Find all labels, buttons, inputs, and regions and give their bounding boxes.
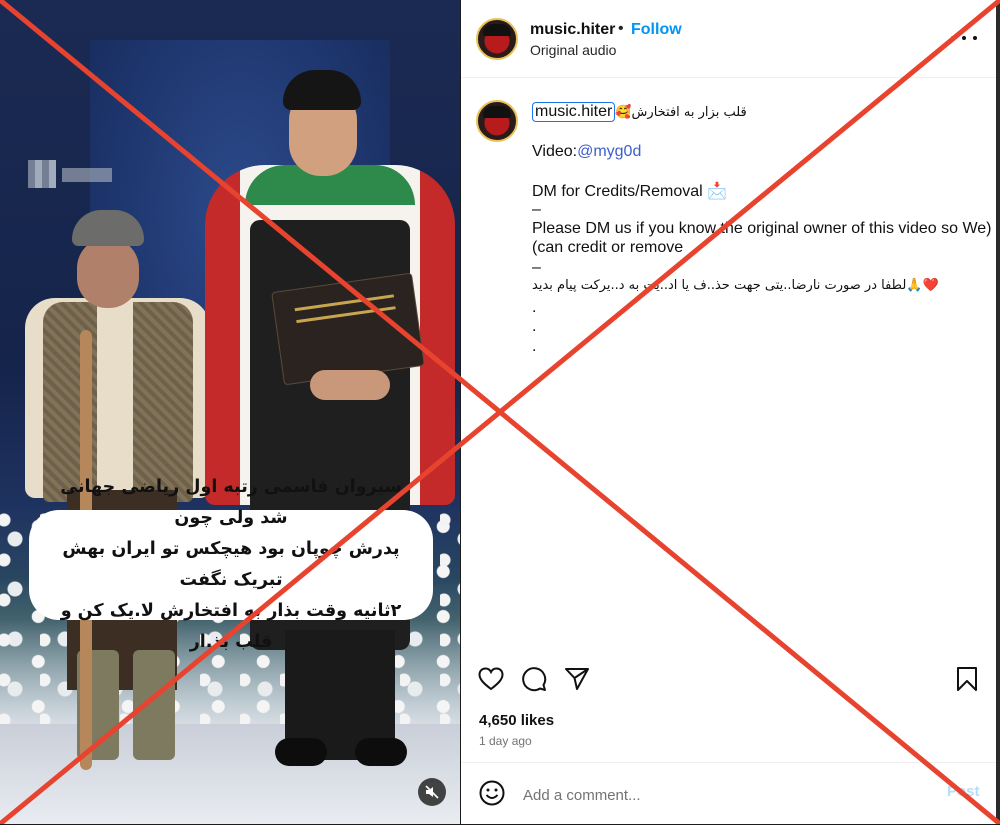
video-credit-link[interactable]: @myg0d — [577, 143, 641, 160]
caption-title: 🥰قلب بزار به افتخارش — [615, 105, 747, 120]
share-button[interactable] — [562, 664, 592, 694]
share-icon — [565, 668, 589, 690]
comment-bar: Post — [461, 762, 996, 825]
avatar[interactable] — [476, 18, 518, 60]
post-details-panel: music.hiter • Follow Original audio musi… — [461, 0, 996, 824]
video-caption-line: پدرش چوپان بود هیچکس تو ایران بهش تبریک … — [62, 539, 400, 590]
graduate-figure — [205, 70, 455, 790]
more-options-button[interactable] — [951, 28, 977, 48]
caption-avatar[interactable] — [476, 100, 518, 142]
caption-dot: . — [532, 299, 537, 316]
heart-icon — [478, 667, 504, 691]
audio-label[interactable]: Original audio — [530, 42, 616, 58]
caption-persian-notice: لطفا در صورت نارضا..یتی جهت حذ..ف یا اد.… — [532, 278, 939, 293]
comment-icon — [522, 667, 547, 692]
video-caption-overlay: سیروان قاسمی رتبه اول ریاضی جهانی شد ولی… — [29, 477, 433, 652]
blurred-logo — [28, 160, 56, 188]
video-caption-line: سیروان قاسمی رتبه اول ریاضی جهانی شد ولی… — [60, 477, 402, 528]
post-comment-button[interactable]: Post — [947, 783, 980, 800]
emoji-icon — [479, 780, 505, 806]
caption-dot: . — [532, 318, 537, 335]
follow-button[interactable]: Follow — [631, 21, 682, 39]
emoji-button[interactable] — [478, 779, 506, 807]
caption-dot: . — [532, 338, 537, 355]
post-actions — [461, 664, 996, 698]
bookmark-icon — [957, 667, 977, 691]
video-caption-line: ۲ثانیه وقت بذار به افتخارش لا.یک کن و قل… — [60, 601, 402, 652]
post-timestamp[interactable]: 1 day ago — [479, 734, 532, 748]
caption-video-credit: Video:@myg0d — [532, 143, 642, 160]
caption-dm-line: DM for Credits/Removal 📩 — [532, 183, 728, 200]
header-separator: • — [618, 20, 624, 37]
caption-dash: – — [532, 201, 541, 218]
mute-button[interactable] — [418, 778, 446, 806]
video-player[interactable]: سیروان قاسمی رتبه اول ریاضی جهانی شد ولی… — [0, 0, 460, 824]
caption-notice-line: Please DM us if you know the original ow… — [532, 220, 992, 237]
like-button[interactable] — [476, 664, 506, 694]
caption-title-line: music.hiter 🥰قلب بزار به افتخارش — [532, 102, 747, 122]
likes-count[interactable]: 4,650 likes — [479, 712, 554, 729]
background-edge — [996, 0, 1000, 824]
comment-button[interactable] — [519, 664, 549, 694]
caption-dash: – — [532, 259, 541, 276]
diploma-folder — [271, 272, 425, 386]
comment-input[interactable] — [521, 782, 925, 808]
header-username[interactable]: music.hiter — [530, 21, 615, 39]
caption-notice-line: (can credit or remove — [532, 239, 684, 256]
post-header: music.hiter • Follow Original audio — [461, 0, 996, 78]
more-options-icon — [951, 36, 955, 40]
save-button[interactable] — [952, 664, 982, 694]
caption-username[interactable]: music.hiter — [532, 102, 616, 122]
blurred-text — [62, 168, 112, 182]
speaker-muted-icon — [425, 785, 439, 799]
